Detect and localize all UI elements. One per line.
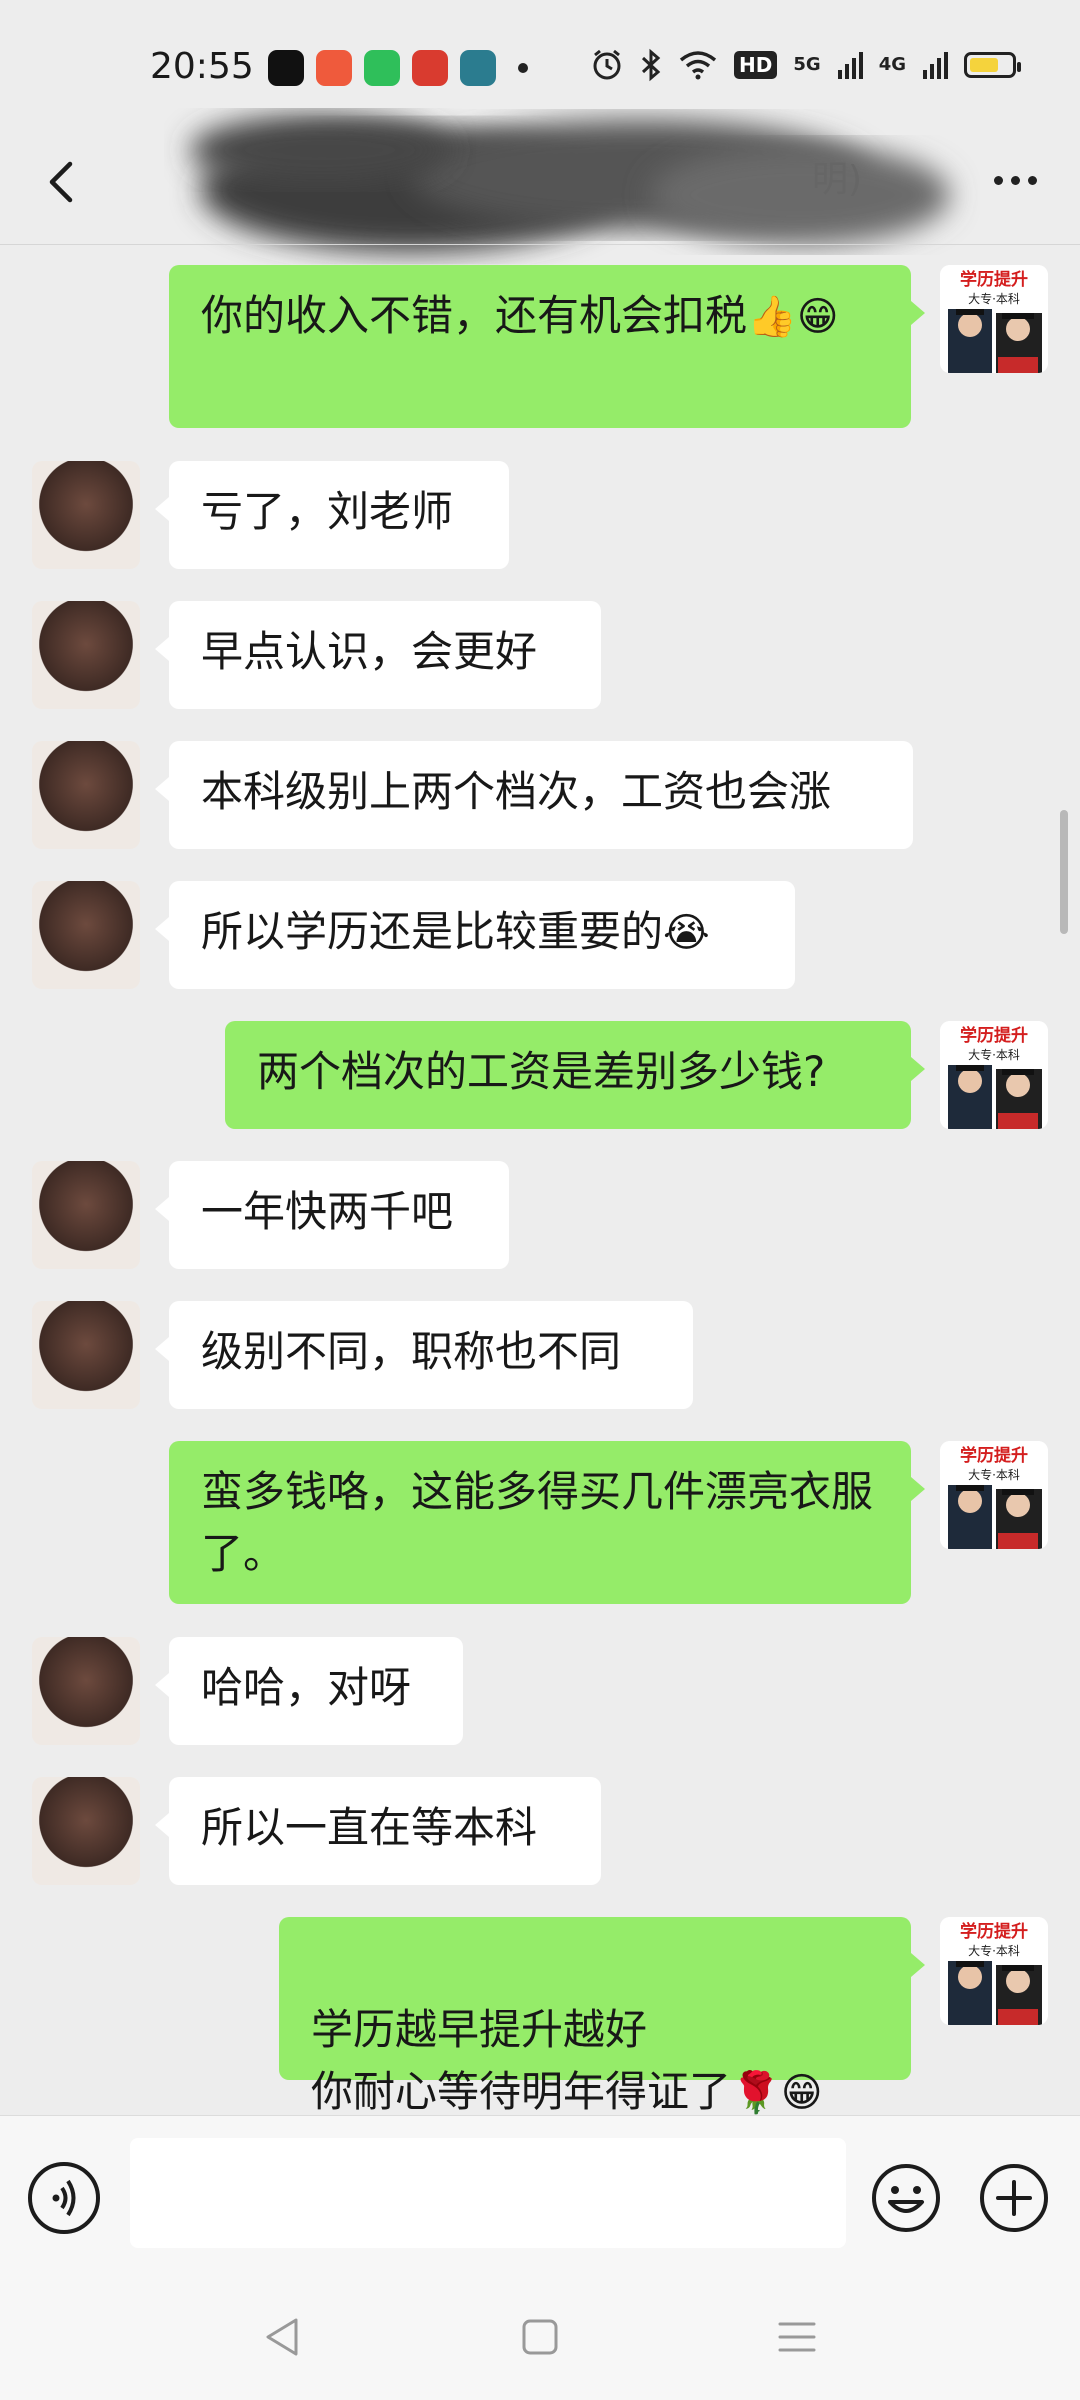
my-avatar[interactable]: 学历提升 大专·本科 xyxy=(940,265,1048,373)
svg-text:大专·本科: 大专·本科 xyxy=(968,1467,1020,1482)
message-text: 学历越早提升越好 你耐心等待明年得证了 xyxy=(311,2005,732,2115)
system-navigation-bar xyxy=(0,2270,1080,2400)
emoji-thumbs-grin: 👍😁 xyxy=(747,294,839,340)
chat-scrollbar[interactable] xyxy=(1060,810,1068,934)
message-bubble-incoming[interactable]: 本科级别上两个档次，工资也会涨 xyxy=(155,741,913,849)
message-text: 一年快两千吧 xyxy=(201,1187,454,1236)
emoji-rose-grin: 🌹😁 xyxy=(731,2070,823,2115)
message-text: 亏了，刘老师 xyxy=(201,487,454,536)
message-bubble-outgoing[interactable]: 学历越早提升越好 你耐心等待明年得证了🌹😁 xyxy=(279,1917,925,2115)
contact-avatar[interactable] xyxy=(32,1637,140,1745)
message-text: 所以学历还是比较重要的 xyxy=(201,907,664,956)
message-bubble-incoming[interactable]: 所以学历还是比较重要的😭 xyxy=(155,881,795,989)
message-bubble-incoming[interactable]: 所以一直在等本科 xyxy=(155,1777,601,1885)
contact-avatar[interactable] xyxy=(32,881,140,989)
contact-avatar[interactable] xyxy=(32,1301,140,1409)
more-notifications-dot xyxy=(518,63,528,73)
message-text: 两个档次的工资是差别多少钱? xyxy=(257,1047,826,1096)
svg-text:学历提升: 学历提升 xyxy=(960,269,1028,290)
graduation-avatar-icon: 学历提升 大专·本科 xyxy=(940,265,1048,373)
message-bubble-incoming[interactable]: 早点认识，会更好 xyxy=(155,601,601,709)
message-bubble-outgoing[interactable]: 两个档次的工资是差别多少钱? xyxy=(225,1021,925,1129)
svg-text:学历提升: 学历提升 xyxy=(960,1025,1028,1046)
more-options-button[interactable] xyxy=(980,160,1050,200)
message-text: 早点认识，会更好 xyxy=(201,627,538,676)
graduation-avatar-icon: 学历提升 大专·本科 xyxy=(940,1021,1048,1129)
battery-icon xyxy=(964,52,1021,78)
chat-message-list[interactable]: 你的收入不错，还有机会扣税👍😁 学历提升 大专·本科 亏了，刘老师 早点认识，会… xyxy=(0,245,1080,2115)
signal-icon-1 xyxy=(837,52,863,79)
hd-badge: HD xyxy=(734,51,778,79)
chat-title-bar: 明) xyxy=(0,115,1080,252)
message-bubble-incoming[interactable]: 级别不同，职称也不同 xyxy=(155,1301,693,1409)
message-text: 本科级别上两个档次，工资也会涨 xyxy=(201,767,832,816)
more-dot-icon xyxy=(1010,175,1020,185)
my-avatar[interactable]: 学历提升 大专·本科 xyxy=(940,1021,1048,1129)
graduation-avatar-icon: 学历提升 大专·本科 xyxy=(940,1917,1048,2025)
my-avatar[interactable]: 学历提升 大专·本科 xyxy=(940,1917,1048,2025)
emoji-crying-laughing: 😭 xyxy=(663,910,710,956)
voice-input-button[interactable] xyxy=(28,2162,100,2234)
network-5g-label: 5G xyxy=(793,54,821,75)
more-dot-icon xyxy=(1027,175,1037,185)
svg-text:大专·本科: 大专·本科 xyxy=(968,291,1020,306)
contact-avatar[interactable] xyxy=(32,461,140,569)
network-4g-label: 4G xyxy=(878,54,906,75)
message-text: 蛮多钱咯，这能多得买几件漂亮衣服了。 xyxy=(201,1467,874,1578)
message-text: 级别不同，职称也不同 xyxy=(201,1327,622,1376)
svg-text:大专·本科: 大专·本科 xyxy=(968,1943,1020,1958)
svg-text:学历提升: 学历提升 xyxy=(960,1445,1028,1466)
back-arrow-icon[interactable] xyxy=(32,152,92,212)
signal-icon-2 xyxy=(923,52,948,79)
status-icons: HD 5G 4G xyxy=(590,48,1021,82)
svg-text:学历提升: 学历提升 xyxy=(960,1921,1028,1942)
voice-wave-icon xyxy=(52,2179,76,2217)
message-bubble-outgoing[interactable]: 蛮多钱咯，这能多得买几件漂亮衣服了。 xyxy=(169,1441,925,1604)
alarm-icon xyxy=(593,49,621,80)
more-functions-plus-icon[interactable] xyxy=(978,2162,1050,2234)
contact-avatar[interactable] xyxy=(32,601,140,709)
message-text: 所以一直在等本科 xyxy=(201,1803,538,1852)
contact-avatar[interactable] xyxy=(32,1161,140,1269)
message-text: 哈哈，对呀 xyxy=(201,1663,412,1712)
nav-menu-icon[interactable] xyxy=(772,2312,822,2362)
emoji-button-icon[interactable] xyxy=(870,2162,942,2234)
my-avatar[interactable]: 学历提升 大专·本科 xyxy=(940,1441,1048,1549)
message-bubble-outgoing[interactable]: 你的收入不错，还有机会扣税👍😁 xyxy=(169,265,925,428)
bluetooth-icon xyxy=(642,48,661,82)
message-bubble-incoming[interactable]: 哈哈，对呀 xyxy=(155,1637,463,1745)
svg-text:大专·本科: 大专·本科 xyxy=(968,1047,1020,1062)
contact-avatar[interactable] xyxy=(32,1777,140,1885)
nav-back-icon[interactable] xyxy=(258,2312,308,2362)
contact-avatar[interactable] xyxy=(32,741,140,849)
message-bubble-incoming[interactable]: 一年快两千吧 xyxy=(155,1161,509,1269)
graduation-avatar-icon: 学历提升 大专·本科 xyxy=(940,1441,1048,1549)
message-bubble-incoming[interactable]: 亏了，刘老师 xyxy=(155,461,509,569)
message-text: 你的收入不错，还有机会扣税 xyxy=(201,291,748,340)
wifi-icon xyxy=(679,51,717,80)
message-input-bar xyxy=(0,2115,1080,2271)
more-dot-icon xyxy=(993,175,1003,185)
nav-home-icon[interactable] xyxy=(515,2312,565,2362)
message-text-input[interactable] xyxy=(130,2138,846,2248)
contact-name-visible-part: 明) xyxy=(812,159,863,200)
